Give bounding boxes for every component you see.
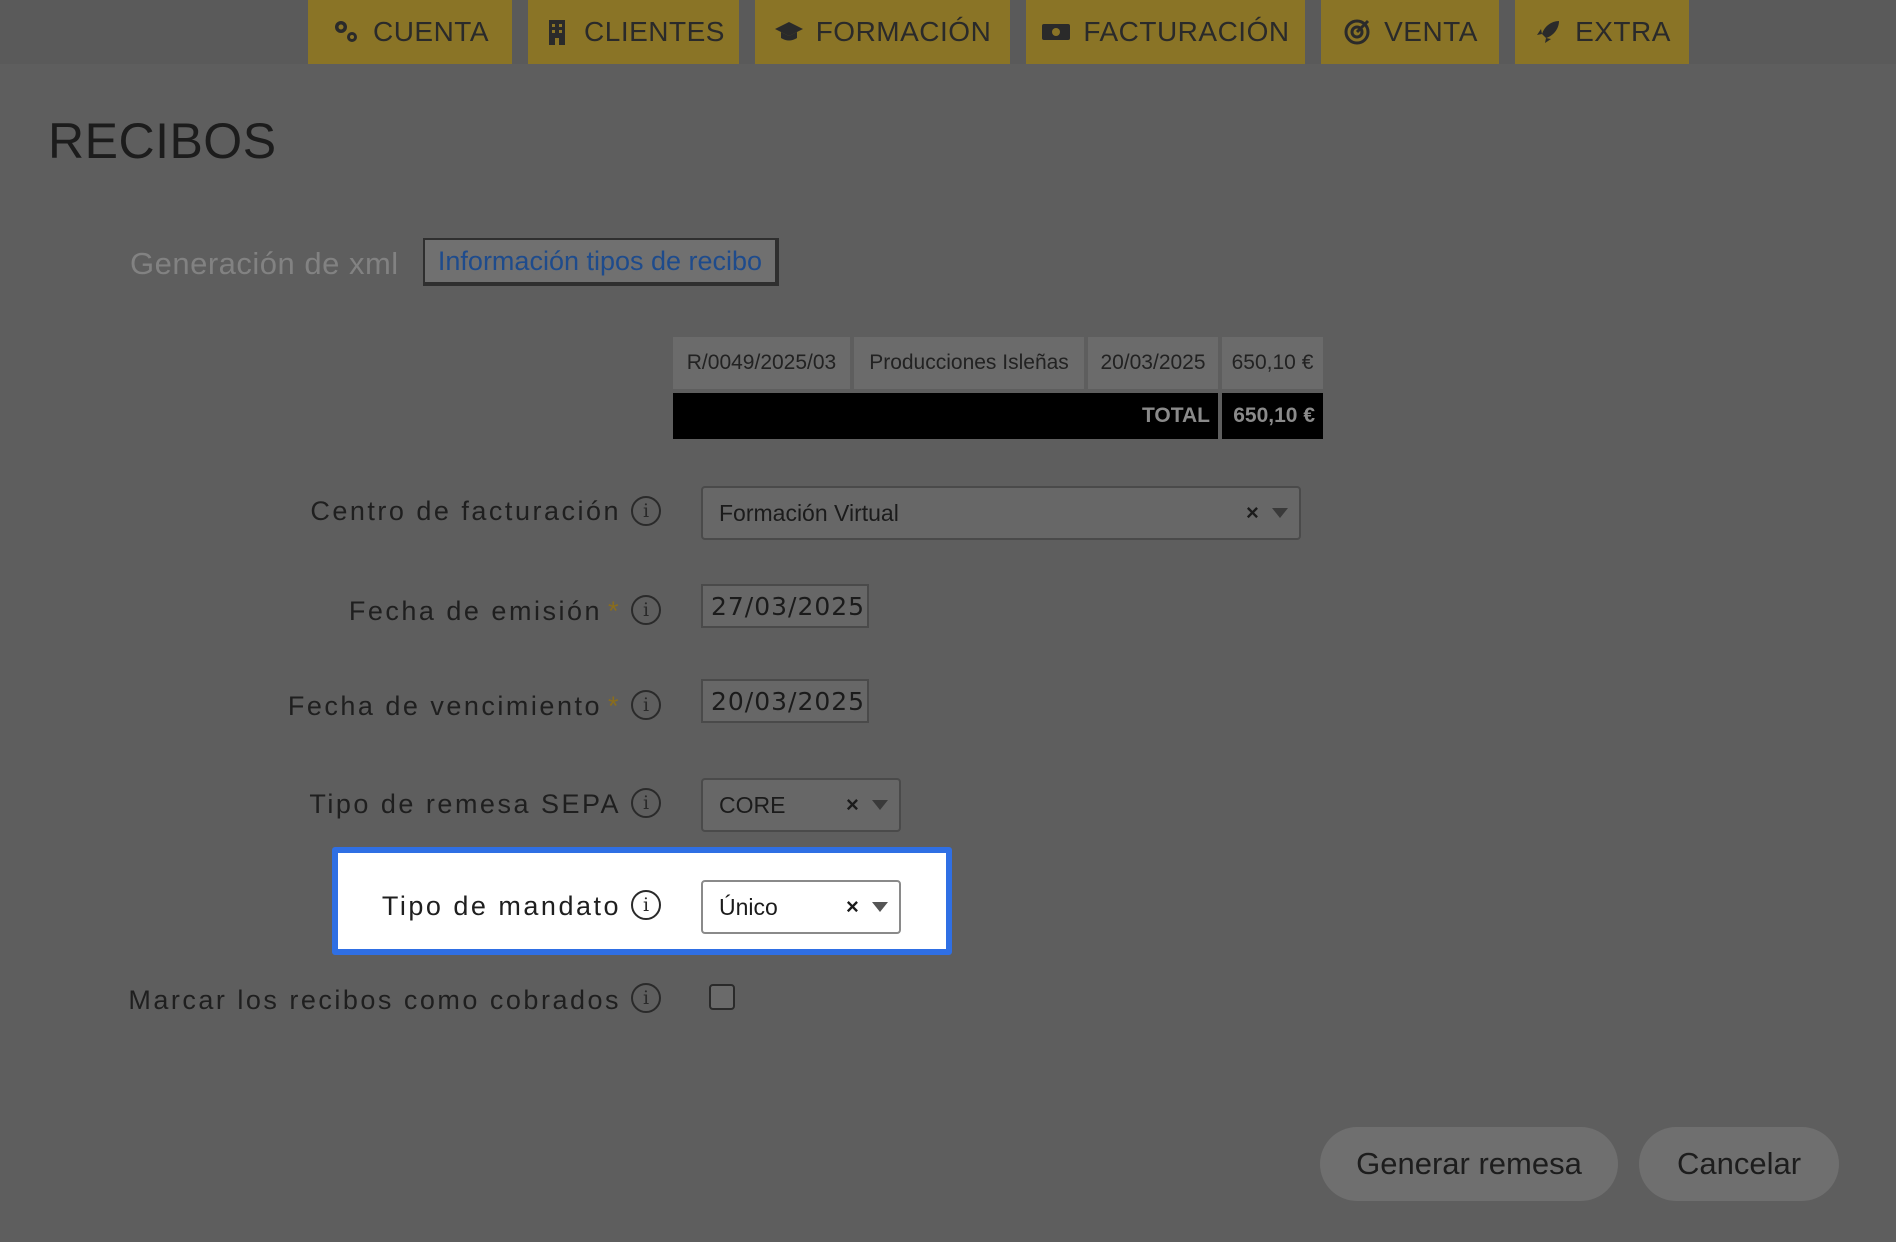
top-nav: CUENTA CLIENTES FORMACIÓN FACTURACIÓN VE… — [0, 0, 1896, 64]
nav-tab-label: EXTRA — [1575, 16, 1671, 47]
page-title: RECIBOS — [48, 113, 277, 169]
emision-label-text: Fecha de emisión — [348, 596, 602, 626]
nav-tab-label: VENTA — [1384, 16, 1478, 47]
graduation-cap-icon — [774, 22, 803, 41]
vencimiento-label-text: Fecha de vencimiento — [287, 691, 602, 721]
nav-tab-label: CUENTA — [372, 16, 490, 47]
centro-label: Centro de facturación — [310, 496, 621, 527]
gears-icon — [334, 21, 357, 42]
nav-tab-clientes[interactable]: CLIENTES — [528, 0, 739, 64]
mandato-label-text: Tipo de mandato — [381, 891, 621, 921]
nav-tab-label: CLIENTES — [584, 16, 725, 47]
nav-tab-extra[interactable]: EXTRA — [1515, 0, 1689, 64]
centro-label-text: Centro de facturación — [310, 496, 621, 526]
tab-generacion-xml[interactable]: Generación de xml — [130, 246, 399, 282]
cobrados-label: Marcar los recibos como cobrados — [128, 985, 621, 1016]
required-mark: * — [607, 596, 621, 626]
mandato-label: Tipo de mandato — [382, 891, 621, 922]
vencimiento-label: Fecha de vencimiento * — [288, 691, 621, 722]
mandato-value: Único — [719, 893, 778, 920]
target-icon — [1344, 19, 1370, 45]
info-icon[interactable]: i — [631, 983, 661, 1013]
nav-tab-facturacion[interactable]: FACTURACIÓN — [1026, 0, 1305, 64]
rocket-icon — [1537, 21, 1560, 43]
clear-icon[interactable]: × — [1246, 500, 1259, 526]
remesa-value: CORE — [719, 791, 786, 818]
total-amount: 650,10 € — [1222, 393, 1323, 439]
cobrados-label-text: Marcar los recibos como cobrados — [128, 985, 621, 1015]
cancel-button[interactable]: Cancelar — [1639, 1127, 1839, 1201]
cobrados-checkbox[interactable] — [709, 984, 735, 1010]
receipt-amount: 650,10 € — [1222, 337, 1323, 389]
info-icon[interactable]: i — [631, 890, 661, 920]
remesa-label: Tipo de remesa SEPA — [309, 789, 621, 820]
section-tabs: Generación de xml Información tipos de r… — [130, 236, 779, 292]
chevron-down-icon[interactable] — [872, 902, 888, 912]
info-icon[interactable]: i — [631, 496, 661, 526]
chevron-down-icon[interactable] — [872, 800, 888, 810]
info-icon[interactable]: i — [631, 690, 661, 720]
nav-tab-label: FACTURACIÓN — [1083, 16, 1290, 47]
nav-tab-venta[interactable]: VENTA — [1321, 0, 1499, 64]
required-mark: * — [607, 691, 621, 721]
receipt-client: Producciones Isleñas — [854, 337, 1084, 389]
clear-icon[interactable]: × — [846, 894, 859, 920]
emision-label: Fecha de emisión * — [349, 596, 621, 627]
nav-tab-label: FORMACIÓN — [815, 16, 992, 47]
info-icon[interactable]: i — [631, 595, 661, 625]
nav-tab-formacion[interactable]: FORMACIÓN — [755, 0, 1010, 64]
generar-remesa-button[interactable]: Generar remesa — [1320, 1127, 1618, 1201]
remesa-select[interactable]: CORE × — [701, 778, 901, 832]
receipt-date: 20/03/2025 — [1088, 337, 1218, 389]
clear-icon[interactable]: × — [846, 792, 859, 818]
centro-value: Formación Virtual — [719, 499, 899, 526]
money-bill-icon — [1042, 24, 1071, 40]
vencimiento-date-input[interactable]: 20/03/2025 — [701, 679, 869, 723]
centro-select[interactable]: Formación Virtual × — [701, 486, 1301, 540]
nav-tab-cuenta[interactable]: CUENTA — [308, 0, 512, 64]
total-label: TOTAL — [673, 393, 1218, 439]
tab-informacion-tipos[interactable]: Información tipos de recibo — [423, 238, 779, 286]
emision-date-input[interactable]: 27/03/2025 — [701, 584, 869, 628]
mandato-select[interactable]: Único × — [701, 880, 901, 934]
remesa-label-text: Tipo de remesa SEPA — [309, 789, 621, 819]
info-icon[interactable]: i — [631, 788, 661, 818]
chevron-down-icon[interactable] — [1272, 508, 1288, 518]
building-icon — [549, 20, 566, 45]
receipt-number: R/0049/2025/03 — [673, 337, 850, 389]
